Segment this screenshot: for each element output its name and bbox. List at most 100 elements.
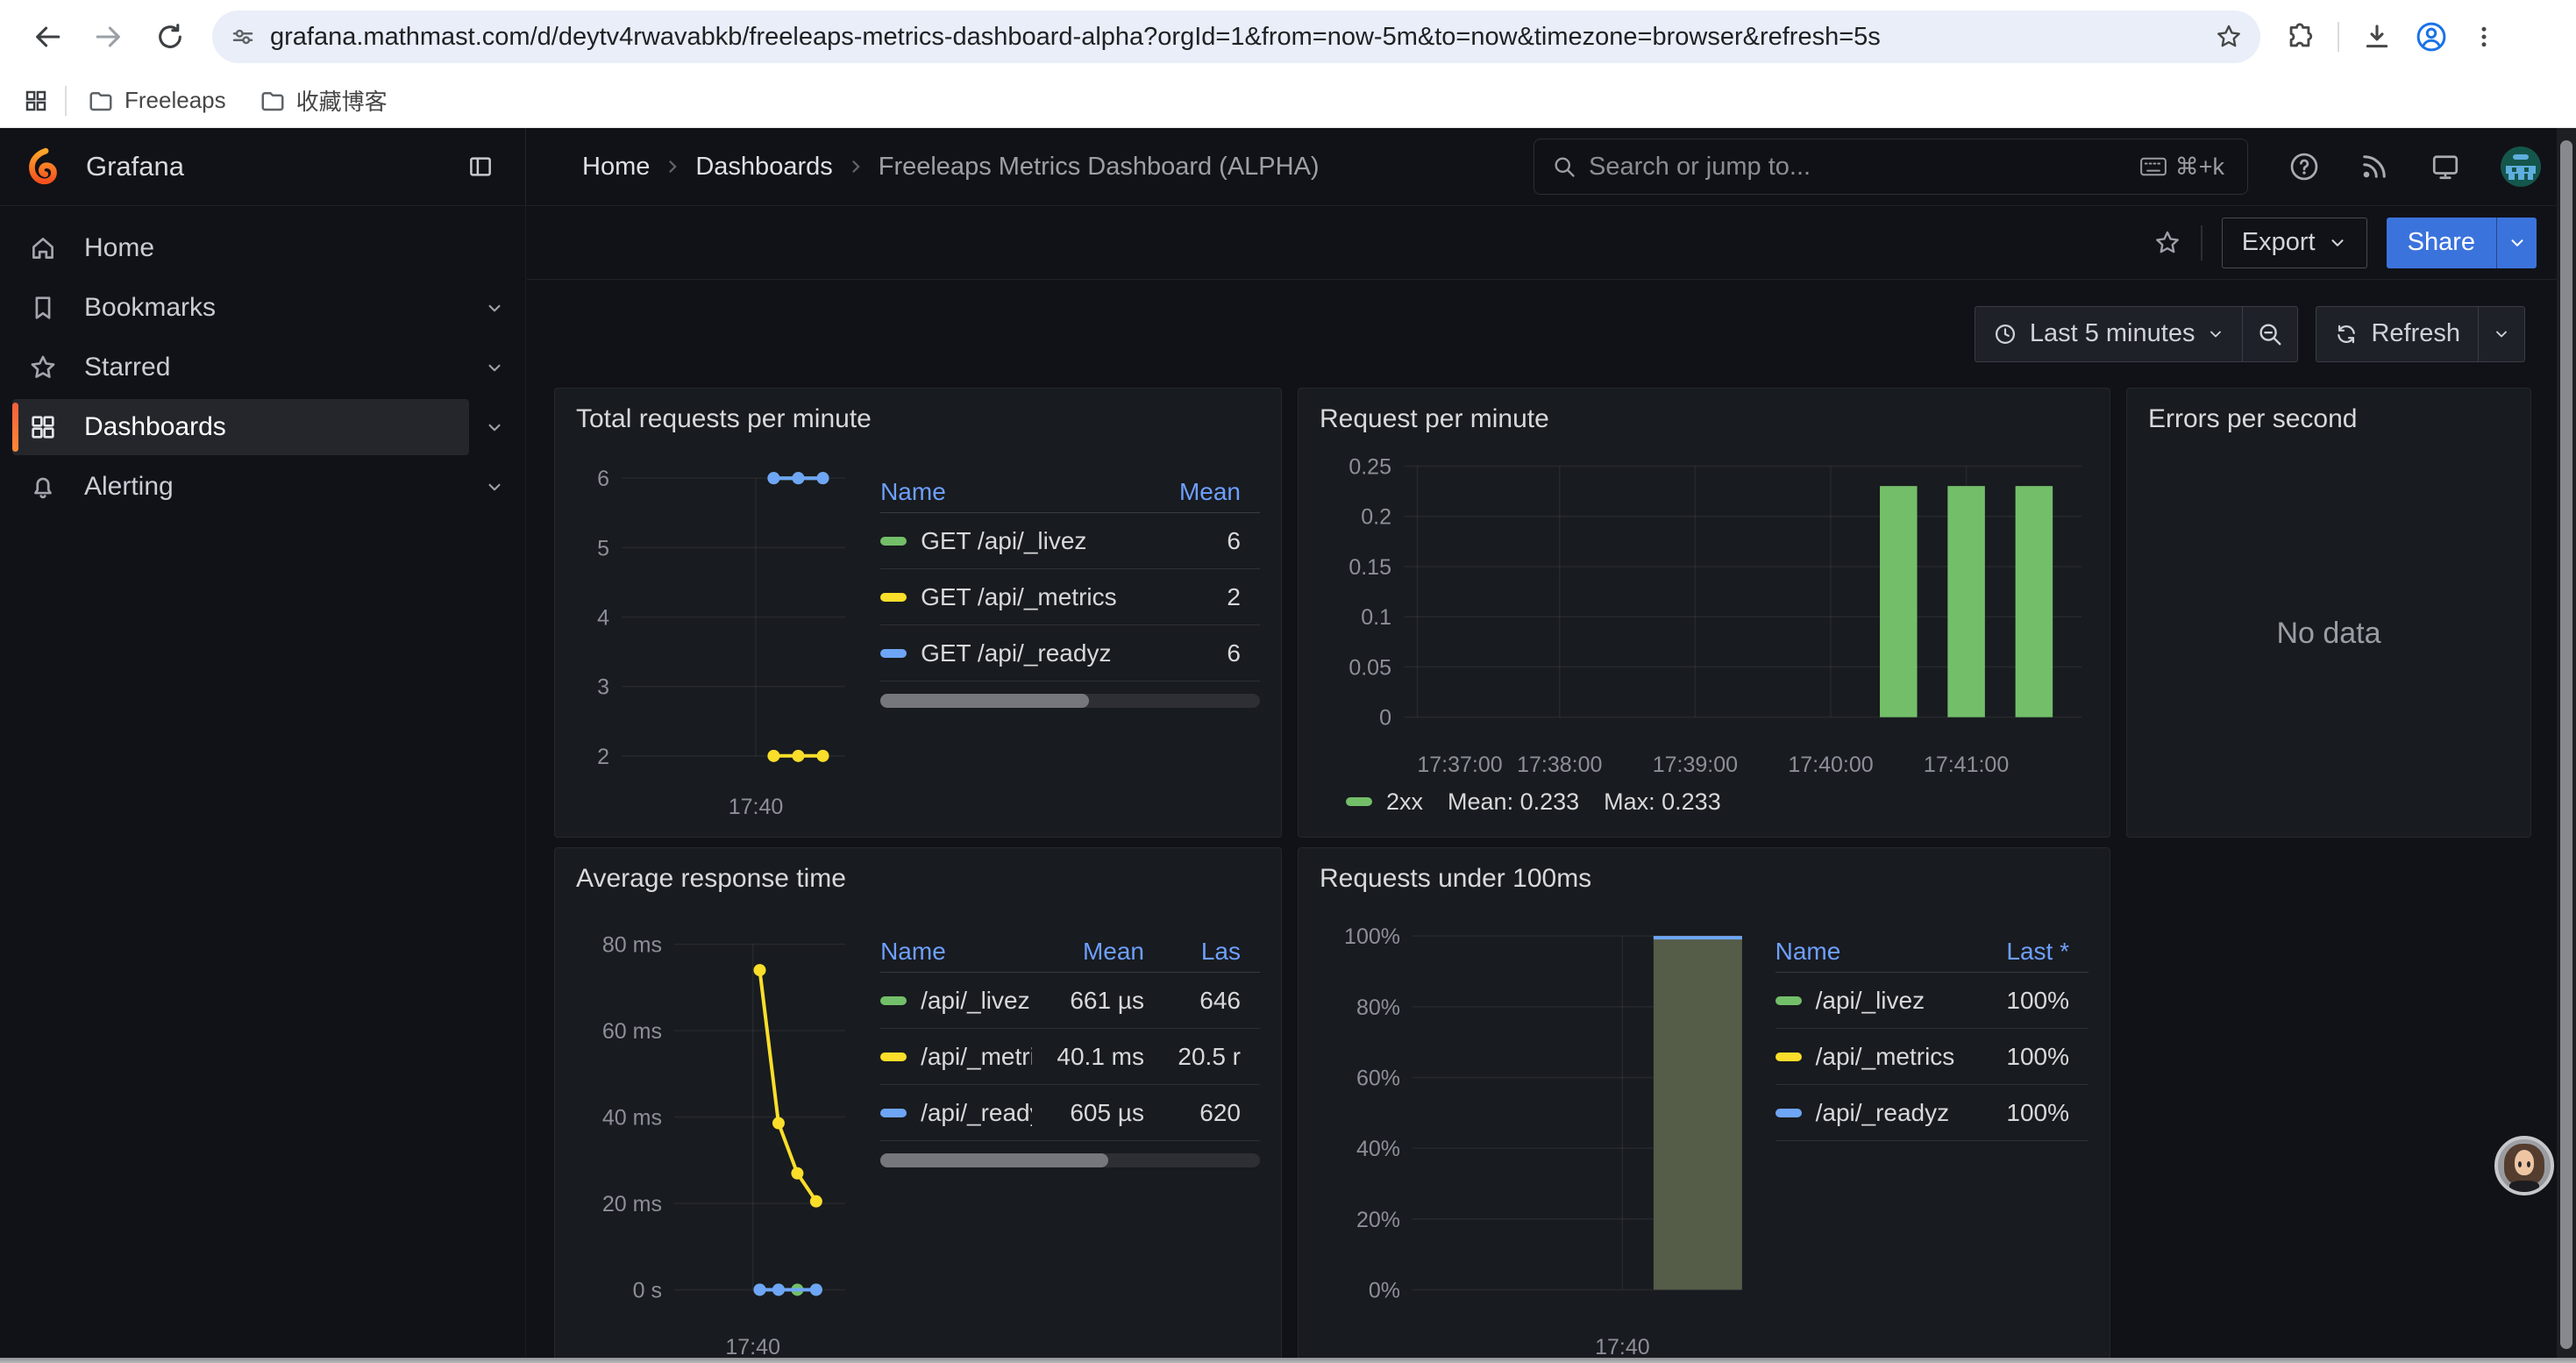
page-scrollbar[interactable] <box>2557 128 2576 1363</box>
news-rss-icon[interactable] <box>2359 151 2390 182</box>
share-dropdown-button[interactable] <box>2496 218 2537 268</box>
svg-text:20%: 20% <box>1356 1208 1400 1232</box>
search-input[interactable]: Search or jump to... ⌘+k <box>1534 139 2248 195</box>
refresh-picker: Refresh <box>2316 306 2525 362</box>
panel-title[interactable]: Average response time <box>573 862 1263 904</box>
bar-plot[interactable]: 0.250.20.150.10.05017:37:0017:38:0017:39… <box>1316 445 2092 781</box>
sidebar-item-starred[interactable]: Starred <box>0 339 525 396</box>
legend-row[interactable]: GET /api/_livez6 <box>880 513 1260 569</box>
panel-title[interactable]: Total requests per minute <box>573 403 1263 445</box>
grafana-header: Grafana Home Dashboards Freeleaps Metric… <box>0 128 2576 206</box>
assistant-avatar[interactable] <box>2494 1136 2554 1195</box>
panel-requests-under-100ms: Requests under 100ms100%80%60%40%20%0%17… <box>1298 847 2110 1363</box>
user-avatar[interactable] <box>2501 146 2541 187</box>
legend-column-header[interactable]: Name <box>880 938 1032 966</box>
window-bottom-edge <box>0 1358 2576 1363</box>
grafana-logo[interactable] <box>26 147 63 186</box>
panel-title[interactable]: Errors per second <box>2145 403 2513 445</box>
legend-item[interactable]: 2xx <box>1346 789 1423 816</box>
bookmark-star-icon[interactable] <box>2215 23 2243 51</box>
time-range-button[interactable]: Last 5 minutes <box>1975 307 2243 361</box>
legend-stat: Max: 0.233 <box>1604 789 1721 816</box>
legend-column-header[interactable]: Last * <box>1966 938 2089 966</box>
panel-title[interactable]: Requests under 100ms <box>1316 862 2092 904</box>
star-icon <box>26 353 60 382</box>
legend-row[interactable]: /api/_metrics40.1 ms20.5 r <box>880 1029 1260 1085</box>
extensions-icon[interactable] <box>2285 22 2315 52</box>
plot-canvas[interactable]: 100%80%60%40%20%0%17:40 <box>1316 904 1751 1363</box>
bookmark-folder-freeleaps[interactable]: Freeleaps <box>75 80 238 121</box>
dashboard-actions-bar: Export Share <box>527 206 2576 280</box>
panel-legend: 2xxMean: 0.233Max: 0.233 <box>1316 781 2092 823</box>
panel-title[interactable]: Request per minute <box>1316 403 2092 445</box>
legend-row[interactable]: /api/_livez661 µs646 <box>880 973 1260 1029</box>
browser-profile-icon[interactable] <box>2415 20 2448 54</box>
legend-row[interactable]: GET /api/_readyz6 <box>880 625 1260 682</box>
sidebar-item-dashboards[interactable]: Dashboards <box>0 399 525 455</box>
time-series-plot[interactable]: 80 ms60 ms40 ms20 ms0 s17:40 <box>573 904 856 1363</box>
plot-canvas[interactable]: 80 ms60 ms40 ms20 ms0 s17:40 <box>573 904 856 1363</box>
refresh-interval-dropdown[interactable] <box>2479 307 2524 361</box>
legend-row[interactable]: /api/_readyz100% <box>1775 1085 2089 1141</box>
site-settings-icon[interactable] <box>230 24 256 50</box>
legend-scrollbar[interactable] <box>880 694 1260 708</box>
legend-column-header[interactable]: Name <box>1775 938 1966 966</box>
sidebar-item-bookmarks[interactable]: Bookmarks <box>0 280 525 336</box>
legend-row[interactable]: /api/_livez100% <box>1775 973 2089 1029</box>
svg-text:5: 5 <box>597 536 609 560</box>
breadcrumb-separator-icon <box>847 158 865 175</box>
svg-text:17:40:00: 17:40:00 <box>1788 753 1873 777</box>
legend-column-header[interactable]: Name <box>880 478 1155 506</box>
apps-grid-icon[interactable] <box>23 88 49 114</box>
breadcrumb: Home Dashboards Freeleaps Metrics Dashbo… <box>582 153 1320 182</box>
browser-back-button[interactable] <box>23 12 72 61</box>
chevron-down-icon[interactable] <box>483 296 506 319</box>
svg-text:80%: 80% <box>1356 995 1400 1020</box>
breadcrumb-dashboards[interactable]: Dashboards <box>695 153 832 182</box>
url-text[interactable]: grafana.mathmast.com/d/deytv4rwavabkb/fr… <box>270 23 2215 52</box>
tv-kiosk-icon[interactable] <box>2429 151 2462 182</box>
bookmark-folder-blogs[interactable]: 收藏博客 <box>247 77 400 124</box>
legend-row[interactable]: /api/_metrics100% <box>1775 1029 2089 1085</box>
chevron-down-icon[interactable] <box>483 416 506 439</box>
export-button[interactable]: Export <box>2222 218 2367 268</box>
svg-text:17:39:00: 17:39:00 <box>1653 753 1738 777</box>
sidebar-item-alerting[interactable]: Alerting <box>0 459 525 515</box>
time-series-plot[interactable]: 100%80%60%40%20%0%17:40 <box>1316 904 1751 1363</box>
zoom-out-time-button[interactable] <box>2243 307 2297 361</box>
series-color-pill <box>1346 797 1372 806</box>
sidebar-collapse-button[interactable] <box>467 153 494 180</box>
svg-text:4: 4 <box>597 606 609 631</box>
search-icon <box>1552 154 1576 179</box>
legend-row[interactable]: /api/_readyz605 µs620 <box>880 1085 1260 1141</box>
downloads-icon[interactable] <box>2362 22 2392 52</box>
bookmarks-bar: Freeleaps 收藏博客 <box>0 74 2576 128</box>
legend-row[interactable]: GET /api/_metrics2 <box>880 569 1260 625</box>
browser-reload-button[interactable] <box>146 12 195 61</box>
legend-scrollbar[interactable] <box>880 1153 1260 1167</box>
svg-text:40%: 40% <box>1356 1137 1400 1161</box>
legend-column-header[interactable]: Mean <box>1155 478 1260 506</box>
plot-canvas[interactable]: 0.250.20.150.10.05017:37:0017:38:0017:39… <box>1316 445 2092 781</box>
legend-column-header[interactable]: Mean <box>1032 938 1163 966</box>
chevron-down-icon[interactable] <box>483 475 506 498</box>
breadcrumb-home[interactable]: Home <box>582 153 650 182</box>
scrollbar-thumb[interactable] <box>2560 140 2572 1349</box>
time-series-plot[interactable]: 6543217:40 <box>573 445 856 823</box>
browser-forward-button[interactable] <box>84 12 133 61</box>
help-icon[interactable] <box>2288 151 2320 182</box>
share-button[interactable]: Share <box>2387 218 2496 268</box>
bookmark-icon <box>26 293 60 323</box>
plot-canvas[interactable]: 6543217:40 <box>573 445 856 823</box>
panel-average-response-time: Average response time80 ms60 ms40 ms20 m… <box>554 847 1282 1363</box>
svg-text:0.25: 0.25 <box>1348 454 1391 479</box>
browser-menu-icon[interactable] <box>2471 24 2497 50</box>
refresh-button[interactable]: Refresh <box>2316 307 2478 361</box>
brand-title[interactable]: Grafana <box>86 151 184 182</box>
sidebar-item-home[interactable]: Home <box>0 220 525 276</box>
legend-column-header[interactable]: Las <box>1163 938 1260 966</box>
chevron-down-icon[interactable] <box>483 356 506 379</box>
favorite-star-button[interactable] <box>2153 229 2181 257</box>
address-bar[interactable]: grafana.mathmast.com/d/deytv4rwavabkb/fr… <box>212 11 2260 63</box>
svg-text:3: 3 <box>597 675 609 700</box>
